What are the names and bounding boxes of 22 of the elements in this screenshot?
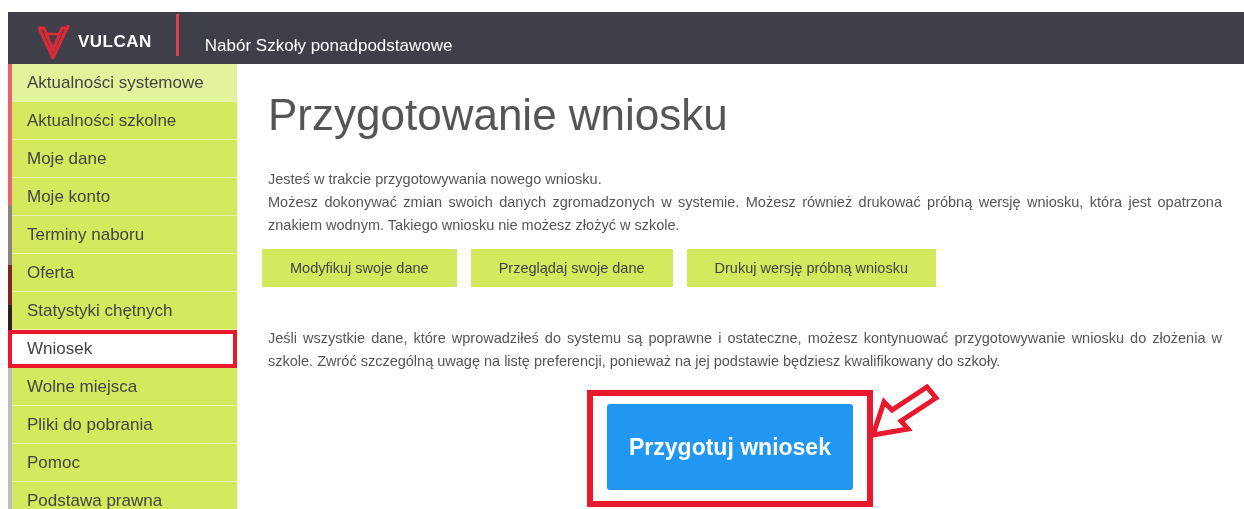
- sidebar-item[interactable]: Oferta: [12, 254, 237, 292]
- sidebar-item[interactable]: Aktualności szkolne: [12, 102, 237, 140]
- sidebar-item[interactable]: Aktualności systemowe: [12, 64, 237, 102]
- app-title: Nabór Szkoły ponadpodstawowe: [204, 36, 453, 56]
- page-title: Przygotowanie wniosku: [268, 90, 729, 140]
- sidebar-item[interactable]: Pliki do pobrania: [12, 406, 237, 444]
- sidebar-item[interactable]: Pomoc: [12, 444, 237, 482]
- sidebar-item[interactable]: Statystyki chętnych: [12, 292, 237, 330]
- sidebar-item[interactable]: Podstawa prawna: [12, 482, 237, 509]
- sidebar-item[interactable]: Wniosek: [8, 330, 237, 368]
- action-button[interactable]: Przeglądaj swoje dane: [470, 249, 673, 287]
- sidebar-item[interactable]: Moje dane: [12, 140, 237, 178]
- action-button[interactable]: Drukuj wersję próbną wniosku: [686, 249, 936, 287]
- info-text: Jesteś w trakcie przygotowywania nowego wniosku.: [268, 170, 603, 189]
- sidebar-item[interactable]: Moje konto: [12, 178, 237, 216]
- sidebar-item[interactable]: Wolne miejsca: [12, 368, 237, 406]
- logo-icon: [36, 24, 70, 60]
- info-text: Jeśli wszystkie dane, które wprowadziłeś do systemu są poprawne i ostateczne, możesz kontynuować przygotowywanie wniosku do złożenia w szkole. Zwróć szczególną uwagę na listę preferencji, ponieważ na jej podstawie będziesz kwalifikowany do szkoły.: [268, 329, 1222, 371]
- logo-text: VULCAN: [78, 32, 152, 52]
- sidebar-item[interactable]: Terminy naboru: [12, 216, 237, 254]
- info-text: Możesz dokonywać zmian swoich danych zgromadzonych w systemie. Możesz również drukować próbną wersję wniosku, która jest opatrzona znakiem wodnym. Takiego wniosku nie możesz złożyć w szkole.: [268, 193, 1222, 235]
- action-button[interactable]: Modyfikuj swoje dane: [262, 249, 457, 287]
